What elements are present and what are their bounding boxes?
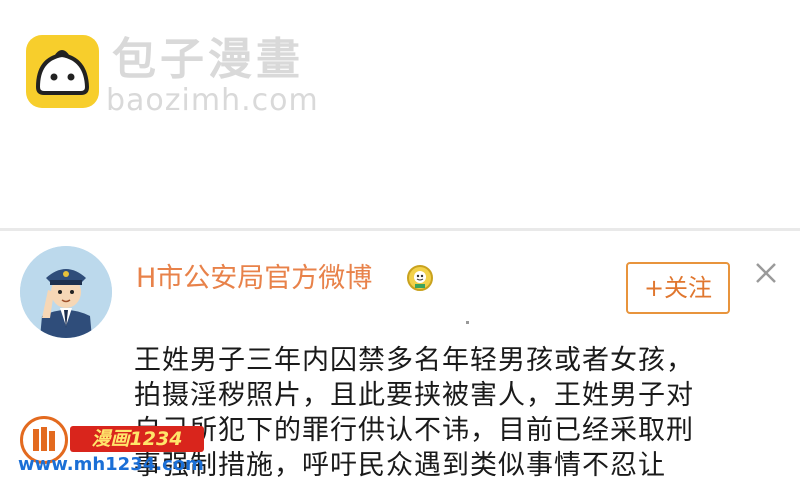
separator-dot bbox=[466, 321, 469, 324]
verified-badge-icon bbox=[406, 264, 434, 292]
police-avatar[interactable] bbox=[20, 246, 112, 338]
site-header: 包子漫畫 baozimh.com bbox=[0, 0, 800, 228]
post-text-line: 王姓男子三年内囚禁多名年轻男孩或者女孩， bbox=[134, 345, 694, 376]
watermark: 漫画1234 www.mh1234.com bbox=[14, 410, 204, 475]
post-text-line: 自己所犯下的罪行供认不讳，目前已经采取刑 bbox=[134, 415, 694, 446]
post-text-line: 事强制措施，呼吁民众遇到类似事情不忍让 bbox=[134, 450, 666, 481]
close-icon[interactable] bbox=[752, 259, 780, 287]
watermark-url: www.mh1234.com bbox=[18, 454, 204, 475]
site-url: baozimh.com bbox=[106, 83, 319, 118]
post-text: 王姓男子三年内囚禁多名年轻男孩或者女孩， 拍摄淫秽照片，且此要挟被害人，王姓男子… bbox=[134, 343, 774, 483]
follow-button[interactable]: +关注 bbox=[626, 262, 730, 314]
post-text-line: 拍摄淫秽照片，且此要挟被害人，王姓男子对 bbox=[134, 380, 694, 411]
account-name[interactable]: H市公安局官方微博 bbox=[136, 261, 372, 297]
site-name: 包子漫畫 bbox=[112, 34, 304, 85]
watermark-tag: 漫画1234 bbox=[70, 426, 204, 452]
bun-logo-icon[interactable] bbox=[26, 35, 99, 108]
